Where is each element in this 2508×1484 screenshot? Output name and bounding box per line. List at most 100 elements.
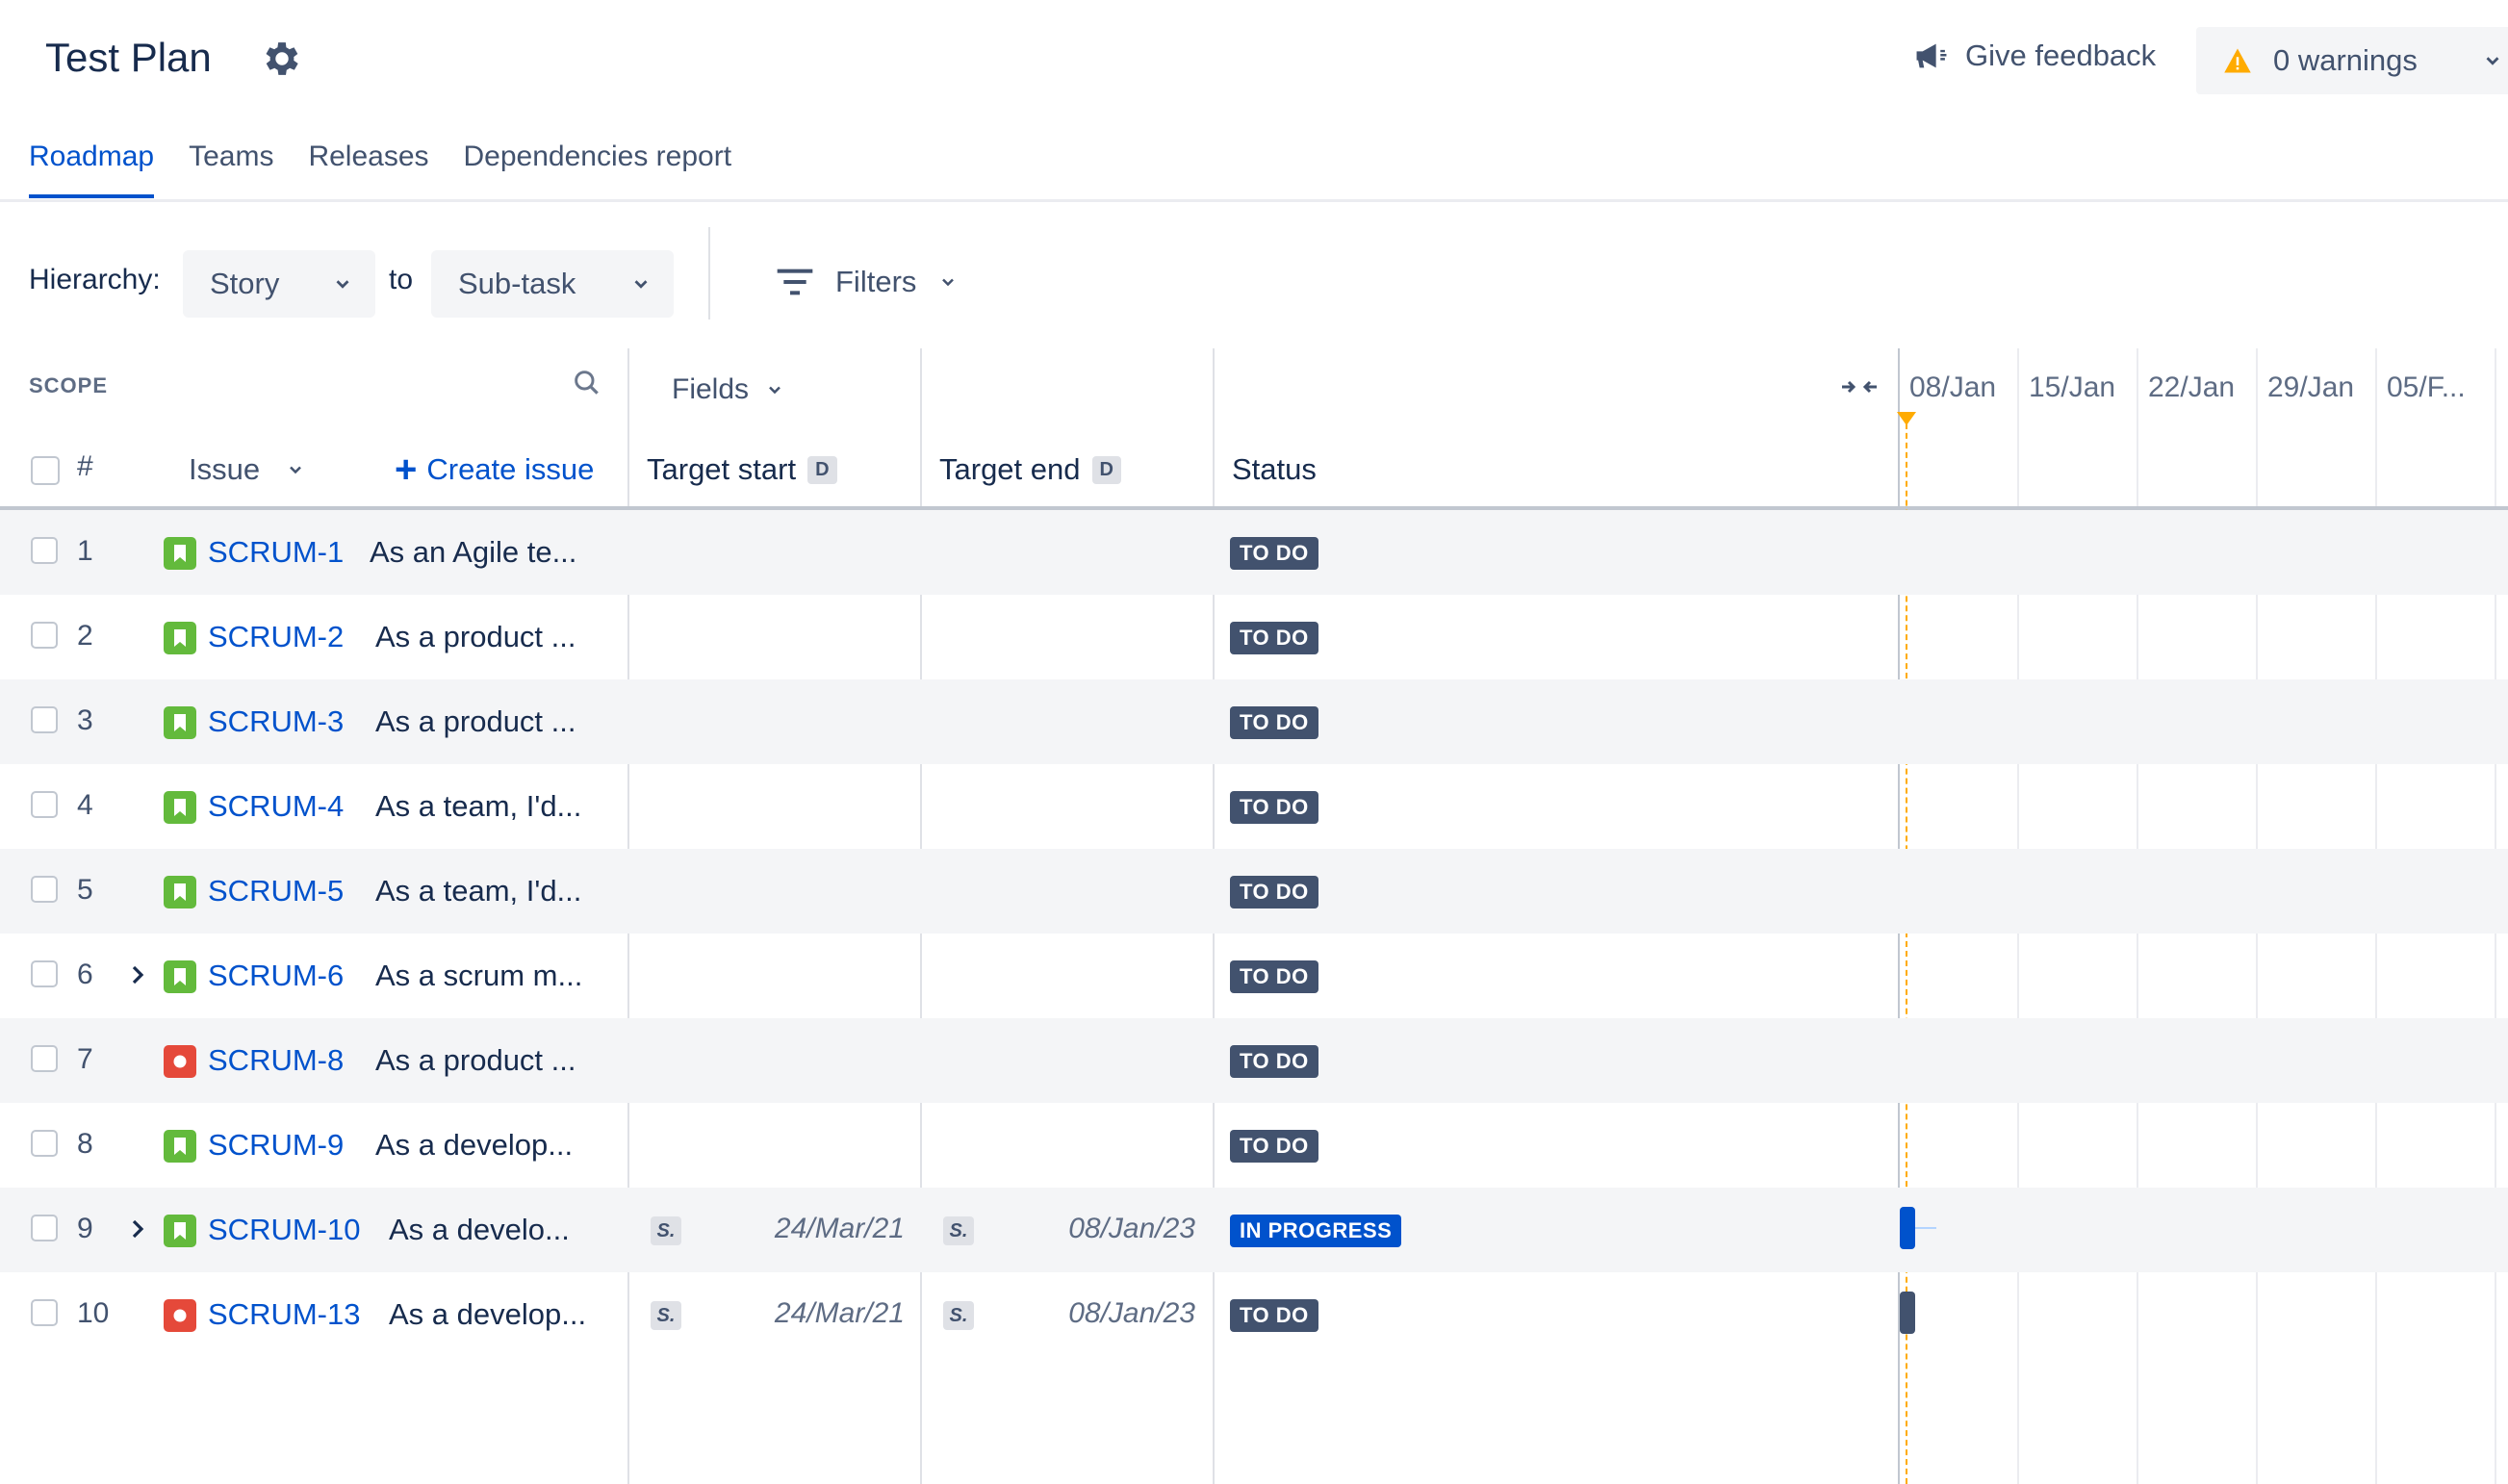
table-row[interactable]: 9 SCRUM-10 As a develo... S. 24/Mar/21 S… [0,1188,2508,1272]
table-row[interactable]: 3 SCRUM-3 As a product ... TO DO [0,679,2508,764]
issue-key-link[interactable]: SCRUM-3 [208,704,344,739]
search-icon[interactable] [572,368,602,398]
timeline-bar[interactable] [1900,1292,1915,1334]
filters-label: Filters [835,265,917,298]
issue-key-link[interactable]: SCRUM-10 [208,1213,360,1247]
scheduling-badge: S. [651,1216,681,1245]
issue-key-link[interactable]: SCRUM-2 [208,620,344,654]
row-checkbox[interactable] [31,1130,58,1157]
status-badge[interactable]: IN PROGRESS [1230,1215,1402,1247]
table-row[interactable]: 8 SCRUM-9 As a develop... TO DO [0,1103,2508,1188]
issue-key-link[interactable]: SCRUM-6 [208,959,344,993]
issue-summary[interactable]: As a product ... [375,704,576,739]
status-badge[interactable]: TO DO [1230,791,1318,824]
collapse-columns-icon[interactable] [1840,373,1879,400]
table-row[interactable]: 5 SCRUM-5 As a team, I'd... TO DO [0,849,2508,934]
row-checkbox[interactable] [31,1215,58,1241]
issue-column-header[interactable]: Issue [189,452,306,487]
chevron-right-icon[interactable] [129,1216,148,1241]
row-checkbox[interactable] [31,876,58,903]
row-checkbox[interactable] [31,706,58,733]
status-badge[interactable]: TO DO [1230,537,1318,570]
page-title: Test Plan [45,35,212,80]
status-badge[interactable]: TO DO [1230,1130,1318,1163]
timeline-date: 15/Jan [2029,371,2116,403]
target-end-header[interactable]: Target end D [939,452,1121,487]
status-badge[interactable]: TO DO [1230,622,1318,654]
issue-key-link[interactable]: SCRUM-4 [208,789,344,824]
status-badge[interactable]: TO DO [1230,1299,1318,1332]
hierarchy-from-select[interactable]: Story [183,250,375,318]
issue-key-link[interactable]: SCRUM-13 [208,1297,360,1332]
hierarchy-label: Hierarchy: [29,264,161,295]
select-all-checkbox[interactable] [31,456,60,485]
hierarchy-to-select[interactable]: Sub-task [431,250,674,318]
target-start-header[interactable]: Target start D [647,452,837,487]
status-badge[interactable]: TO DO [1230,876,1318,908]
story-icon [164,537,196,570]
issue-summary[interactable]: As a develo... [389,1213,570,1247]
row-checkbox[interactable] [31,537,58,564]
table-row[interactable]: 7 SCRUM-8 As a product ... TO DO [0,1018,2508,1103]
row-checkbox[interactable] [31,622,58,649]
main-tabs: Roadmap Teams Releases Dependencies repo… [29,141,731,198]
tab-dependencies-report[interactable]: Dependencies report [464,141,732,198]
target-end-label: Target end [939,452,1081,486]
row-checkbox[interactable] [31,1299,58,1326]
issue-summary[interactable]: As a develop... [389,1297,586,1332]
issue-summary[interactable]: As an Agile te... [370,535,576,570]
chevron-down-icon [2486,57,2499,65]
warnings-dropdown[interactable]: 0 warnings [2196,27,2508,94]
row-number: 6 [77,959,93,990]
timeline-date: 08/Jan [1909,371,1997,403]
issue-key-link[interactable]: SCRUM-5 [208,874,344,908]
row-number-header: # [77,450,93,482]
status-header[interactable]: Status [1232,452,1317,487]
target-start-value[interactable]: 24/Mar/21 [693,1297,905,1330]
status-badge[interactable]: TO DO [1230,1045,1318,1078]
issue-summary[interactable]: As a product ... [375,620,576,654]
issue-summary[interactable]: As a scrum m... [375,959,582,993]
create-issue-button[interactable]: + Create issue [395,450,594,489]
date-type-badge: D [807,455,837,484]
issue-key-link[interactable]: SCRUM-1 [208,535,344,570]
story-icon [164,791,196,824]
timeline-bar-extension [1915,1227,1936,1229]
gear-icon[interactable] [260,37,304,81]
table-row[interactable]: 6 SCRUM-6 As a scrum m... TO DO [0,934,2508,1018]
fields-button[interactable]: Fields [672,373,785,406]
issue-summary[interactable]: As a develop... [375,1128,573,1163]
tab-releases[interactable]: Releases [308,141,428,198]
table-row[interactable]: 1 SCRUM-1 As an Agile te... TO DO [0,510,2508,595]
row-checkbox[interactable] [31,960,58,987]
story-icon [164,876,196,908]
roadmap-grid: 08/Jan 15/Jan 22/Jan 29/Jan 05/F... SCOP… [0,348,2508,1484]
timeline-date: 05/F... [2387,371,2466,403]
filters-button[interactable]: Filters [776,265,959,299]
table-row[interactable]: 4 SCRUM-4 As a team, I'd... TO DO [0,764,2508,849]
chevron-right-icon[interactable] [129,962,148,987]
tab-roadmap[interactable]: Roadmap [29,141,155,198]
table-row[interactable]: 10 SCRUM-13 As a develop... S. 24/Mar/21… [0,1272,2508,1357]
status-badge[interactable]: TO DO [1230,960,1318,993]
issue-summary[interactable]: As a team, I'd... [375,874,581,908]
issue-summary[interactable]: As a team, I'd... [375,789,581,824]
give-feedback-button[interactable]: Give feedback [1913,38,2156,73]
status-badge[interactable]: TO DO [1230,706,1318,739]
timeline-bar[interactable] [1900,1207,1915,1249]
target-end-value[interactable]: 08/Jan/23 [984,1297,1195,1330]
issue-key-link[interactable]: SCRUM-9 [208,1128,344,1163]
target-end-value[interactable]: 08/Jan/23 [984,1213,1195,1245]
tab-teams[interactable]: Teams [189,141,273,198]
hierarchy-to-value: Sub-task [458,267,576,300]
bug-icon [164,1045,196,1078]
create-issue-label: Create issue [426,452,595,486]
chevron-down-icon [942,278,955,287]
target-start-value[interactable]: 24/Mar/21 [693,1213,905,1245]
table-row[interactable]: 2 SCRUM-2 As a product ... TO DO [0,595,2508,679]
tabs-divider [0,199,2508,202]
row-checkbox[interactable] [31,791,58,818]
issue-summary[interactable]: As a product ... [375,1043,576,1078]
issue-key-link[interactable]: SCRUM-8 [208,1043,344,1078]
row-checkbox[interactable] [31,1045,58,1072]
